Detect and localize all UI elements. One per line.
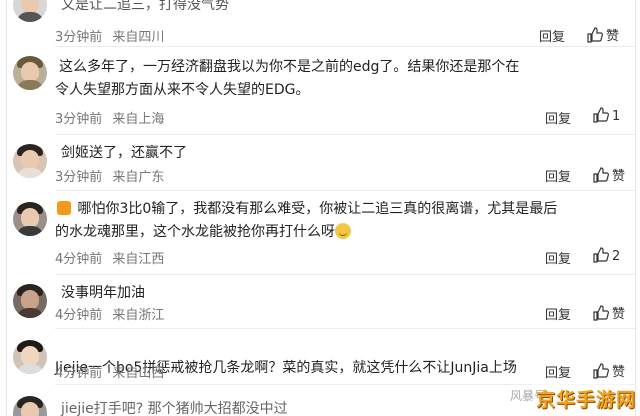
comment-meta: 4分钟前 来自山西 (55, 362, 164, 381)
comment-location: 来自上海 (112, 112, 165, 127)
smile-emoji-icon (335, 223, 351, 239)
divider (55, 274, 635, 275)
comment-time: 3分钟前 (55, 112, 103, 127)
avatar[interactable] (13, 340, 47, 374)
comment-item: 又是让二追三，打得没气势 3分钟前 来自四川 回复 赞 (7, 0, 635, 47)
comment-location: 来自广东 (112, 170, 165, 185)
comment-text: 没事明年加油 (61, 285, 145, 301)
thumbs-up-icon (593, 363, 609, 379)
divider (55, 134, 635, 135)
comment-time: 4分钟前 (55, 308, 103, 323)
like-button[interactable]: 1 (593, 107, 620, 124)
thumbs-up-icon (593, 167, 609, 183)
comment-item: 没事明年加油 4分钟前 来自浙江 回复 赞 (7, 280, 635, 329)
divider (55, 328, 635, 329)
like-count: 赞 (606, 29, 620, 44)
comment-time: 4分钟前 (55, 366, 103, 381)
comment-item: 哪怕你3比0输了，我都没有那么难受，你被让二追三真的很离谱，尤其是最后 的水龙魂… (7, 196, 635, 276)
comment-text-line1: 哪怕你3比0输了，我都没有那么难受，你被让二追三真的很离谱，尤其是最后 (77, 201, 558, 217)
comment-text: 又是让二追三，打得没气势 (61, 0, 229, 13)
comment-meta: 4分钟前 来自江西 (55, 248, 164, 267)
like-button[interactable]: 赞 (593, 303, 625, 322)
comment-text-line1: 这么多年了，一万经济翻盘我以为你不是之前的edg了。结果你还是那个在 (59, 59, 520, 75)
divider (55, 190, 635, 191)
comment-location: 来自江西 (112, 252, 165, 267)
like-count: 赞 (612, 307, 626, 322)
avatar[interactable] (13, 0, 47, 22)
reply-button[interactable]: 回复 (539, 26, 565, 45)
comment-time: 4分钟前 (55, 252, 103, 267)
like-count: 1 (612, 109, 621, 124)
avatar[interactable] (13, 144, 47, 178)
comment-item: 这么多年了，一万经济翻盘我以为你不是之前的edg了。结果你还是那个在 令人失望那… (7, 52, 635, 135)
thumbs-up-icon (593, 305, 609, 321)
avatar[interactable] (13, 202, 47, 236)
reply-button[interactable]: 回复 (545, 304, 571, 323)
comment-time: 3分钟前 (55, 170, 103, 185)
comment-item: Jiejie一个bo5拼惩戒被抢几条龙啊？菜的真实，就这凭什么不让JunJia上… (7, 334, 635, 385)
like-count: 2 (612, 249, 621, 264)
comment-location: 来自四川 (112, 30, 165, 45)
like-button[interactable]: 2 (593, 247, 620, 264)
like-button[interactable]: 赞 (587, 25, 619, 44)
fire-badge-icon (57, 201, 71, 215)
like-button[interactable]: 赞 (593, 361, 625, 380)
comment-list: 又是让二追三，打得没气势 3分钟前 来自四川 回复 赞 这么多年了，一万经济翻盘… (6, 0, 636, 416)
like-button[interactable]: 赞 (593, 165, 625, 184)
comment-meta: 4分钟前 来自浙江 (55, 304, 164, 323)
comment-item: 剑姬送了，还赢不了 3分钟前 来自广东 回复 赞 (7, 140, 635, 191)
reply-button[interactable]: 回复 (545, 362, 571, 381)
like-count: 赞 (612, 169, 626, 184)
comment-text: jiejie打手吧? 那个猪帅大招都没中过 (61, 401, 288, 416)
divider (55, 46, 635, 47)
comment-time: 3分钟前 (55, 30, 103, 45)
site-logo: 京华手游网 (535, 389, 636, 411)
comment-meta: 3分钟前 来自广东 (55, 166, 164, 185)
comment-text-line2: 令人失望那方面从来不令人失望的EDG。 (55, 82, 310, 98)
avatar[interactable] (13, 396, 47, 416)
thumbs-up-icon (587, 27, 603, 43)
comment-meta: 3分钟前 来自四川 (55, 26, 164, 45)
thumbs-up-icon (593, 247, 609, 263)
comment-text: 剑姬送了，还赢不了 (61, 145, 187, 161)
avatar[interactable] (13, 284, 47, 318)
comment-text-line2: 的水龙魂那里，这个水龙能被抢你再打什么呀 (55, 224, 335, 240)
avatar[interactable] (13, 56, 47, 90)
comment-location: 来自浙江 (112, 308, 165, 323)
like-count: 赞 (612, 365, 626, 380)
reply-button[interactable]: 回复 (545, 108, 571, 127)
reply-button[interactable]: 回复 (545, 248, 571, 267)
thumbs-up-icon (593, 107, 609, 123)
reply-button[interactable]: 回复 (545, 166, 571, 185)
comment-meta: 3分钟前 来自上海 (55, 108, 164, 127)
comment-location: 来自山西 (112, 366, 165, 381)
